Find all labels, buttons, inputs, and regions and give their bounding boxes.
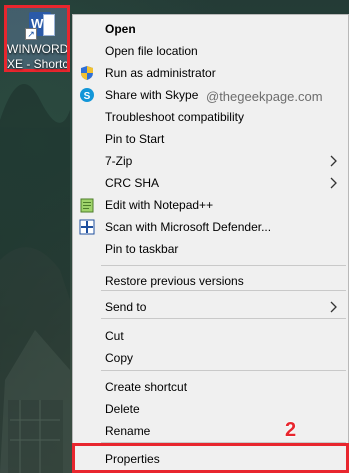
menu-item-scan-with-microsoft-defender[interactable]: Scan with Microsoft Defender... <box>73 216 348 238</box>
menu-separator <box>101 318 346 319</box>
menu-item-send-to[interactable]: Send to <box>73 296 348 318</box>
shortcut-label-line1: WINWORD. <box>7 42 67 56</box>
menu-item-label: CRC SHA <box>105 176 160 190</box>
menu-item-label: Open file location <box>105 44 198 58</box>
skype-icon: S <box>79 87 95 103</box>
menu-item-delete[interactable]: Delete <box>73 398 348 420</box>
menu-item-label: Delete <box>105 402 140 416</box>
menu-item-cut[interactable]: Cut <box>73 325 348 347</box>
menu-item-label: Rename <box>105 424 151 438</box>
menu-separator <box>101 370 346 371</box>
menu-separator <box>101 290 346 291</box>
uac-shield-icon <box>79 65 95 81</box>
menu-item-run-as-administrator[interactable]: Run as administrator <box>73 62 348 84</box>
menu-item-label: Run as administrator <box>105 66 216 80</box>
menu-item-troubleshoot-compatibility[interactable]: Troubleshoot compatibility <box>73 106 348 128</box>
watermark: @thegeekpage.com <box>206 89 323 104</box>
menu-item-open-file-location[interactable]: Open file location <box>73 40 348 62</box>
menu-item-label: Create shortcut <box>105 380 188 394</box>
properties-highlight-box <box>72 443 349 473</box>
menu-item-label: 7-Zip <box>105 154 133 168</box>
menu-separator <box>101 265 346 266</box>
menu-item-rename[interactable]: Rename <box>73 420 348 442</box>
menu-item-label: Pin to taskbar <box>105 242 179 256</box>
defender-icon <box>79 219 95 235</box>
menu-item-edit-with-notepad[interactable]: Edit with Notepad++ <box>73 194 348 216</box>
chevron-right-icon <box>330 300 338 313</box>
shortcut-label: WINWORD. XE - Shortcut <box>7 42 67 72</box>
menu-item-label: Troubleshoot compatibility <box>105 110 244 124</box>
notepad-plus-plus-icon <box>79 197 95 213</box>
menu-item-label: Open <box>105 22 136 36</box>
chevron-right-icon <box>330 154 338 167</box>
menu-item-pin-to-start[interactable]: Pin to Start <box>73 128 348 150</box>
menu-item-copy[interactable]: Copy <box>73 347 348 369</box>
svg-text:S: S <box>84 91 91 102</box>
menu-item-label: Copy <box>105 351 134 365</box>
menu-item-restore-previous-versions[interactable]: Restore previous versions <box>73 270 348 292</box>
shortcut-label-line2: XE - Shortcut <box>7 57 67 71</box>
menu-item-pin-to-taskbar[interactable]: Pin to taskbar <box>73 238 348 260</box>
menu-item-label: Scan with Microsoft Defender... <box>105 220 272 234</box>
menu-item-label: Pin to Start <box>105 132 165 146</box>
menu-item-label: Cut <box>105 329 124 343</box>
shortcut-arrow-icon: ↗ <box>25 28 37 40</box>
menu-item-open[interactable]: Open <box>73 18 348 40</box>
menu-item-label: Send to <box>105 300 147 314</box>
menu-item-label: Restore previous versions <box>105 274 244 288</box>
menu-item-7-zip[interactable]: 7-Zip <box>73 150 348 172</box>
menu-item-label: Share with Skype <box>105 88 199 102</box>
context-menu: Open Open file location Run as administrat… <box>72 14 349 473</box>
winword-shortcut-icon[interactable]: W ↗ WINWORD. XE - Shortcut <box>4 5 70 72</box>
chevron-right-icon <box>330 176 338 189</box>
menu-item-create-shortcut[interactable]: Create shortcut <box>73 376 348 398</box>
menu-item-label: Edit with Notepad++ <box>105 198 214 212</box>
annotation-marker-2: 2 <box>285 419 297 441</box>
menu-item-crc-sha[interactable]: CRC SHA <box>73 172 348 194</box>
